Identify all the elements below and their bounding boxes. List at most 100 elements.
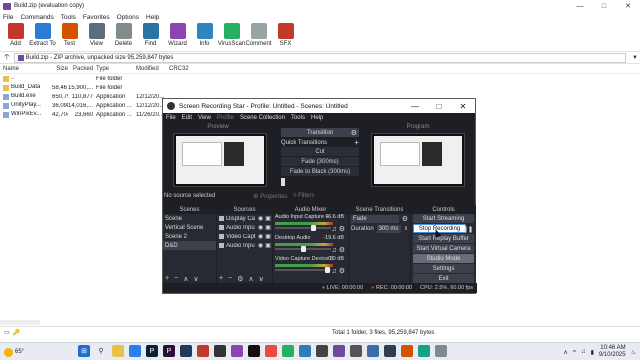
gear-icon[interactable]: ⚙: [339, 268, 345, 275]
obs-menu-view[interactable]: View: [198, 115, 211, 121]
pause-icon[interactable]: ❚❚: [463, 226, 473, 233]
source-item[interactable]: Display Ca ◉ ▣: [217, 214, 272, 223]
add-source-icon[interactable]: +: [219, 275, 223, 282]
menu-commands[interactable]: Commands: [20, 14, 53, 21]
volume-slider-handle[interactable]: [301, 246, 306, 252]
app-icon-7[interactable]: [299, 345, 311, 357]
app-icon-8[interactable]: [316, 345, 328, 357]
menu-file[interactable]: File: [3, 14, 13, 21]
duration-input[interactable]: 300 ms: [376, 225, 401, 233]
scene-item[interactable]: Scene 2: [163, 232, 216, 241]
lock-icon[interactable]: ▣: [265, 242, 271, 249]
visibility-eye-icon[interactable]: ◉: [258, 233, 263, 240]
scene-item[interactable]: Scene: [163, 214, 216, 223]
toolbar-info-button[interactable]: Info: [191, 22, 218, 47]
speaker-icon[interactable]: ♫: [332, 226, 339, 233]
app-icon-10[interactable]: [367, 345, 379, 357]
winrar-taskbar-icon[interactable]: [333, 345, 345, 357]
add-scene-icon[interactable]: +: [165, 275, 169, 282]
toolbar-test-button[interactable]: Test: [56, 22, 83, 47]
menu-options[interactable]: Options: [117, 14, 139, 21]
gear-icon[interactable]: ⚙: [339, 226, 345, 233]
filters-button[interactable]: ◊ Filters: [293, 193, 314, 200]
source-item[interactable]: Audio Inpu ◉ ▣: [217, 223, 272, 232]
gear-icon[interactable]: ⚙: [339, 247, 345, 254]
volume-slider[interactable]: [275, 227, 331, 229]
lock-icon[interactable]: ▣: [265, 233, 271, 240]
app-icon-2[interactable]: [197, 345, 209, 357]
stepper-icon[interactable]: ⇕: [404, 226, 408, 232]
app-icon-14[interactable]: [435, 345, 447, 357]
premiere-icon[interactable]: P: [163, 345, 175, 357]
maximize-icon[interactable]: □: [592, 0, 616, 12]
app-icon-3[interactable]: [214, 345, 226, 357]
photoshop-icon[interactable]: P: [146, 345, 158, 357]
speaker-icon[interactable]: ♫: [332, 247, 339, 254]
file-row[interactable]: .. File folder: [0, 74, 640, 83]
start-virtual-camera-button[interactable]: Start Virtual Camera: [413, 244, 474, 253]
wifi-icon[interactable]: ≈: [573, 349, 576, 355]
app-icon-1[interactable]: [180, 345, 192, 357]
notification-bell-icon[interactable]: ♨: [631, 349, 636, 356]
app-icon-9[interactable]: [350, 345, 362, 357]
battery-icon[interactable]: ▮: [591, 349, 594, 356]
col-modified[interactable]: Modified: [133, 66, 166, 72]
chevron-up-icon[interactable]: ∧: [563, 349, 567, 356]
speaker-icon[interactable]: ♫: [332, 268, 339, 275]
source-down-icon[interactable]: ∨: [259, 275, 264, 283]
obs-close-icon[interactable]: ✕: [451, 99, 475, 113]
speaker-icon[interactable]: ♫: [581, 349, 586, 355]
scene-item[interactable]: D&D: [163, 241, 216, 250]
col-type[interactable]: Type: [93, 66, 133, 72]
toolbar-find-button[interactable]: Find: [137, 22, 164, 47]
toolbar-add-button[interactable]: Add: [2, 22, 29, 47]
quick-transition-cut[interactable]: Cut: [281, 147, 359, 156]
toolbar-wizard-button[interactable]: Wizard: [164, 22, 191, 47]
weather-widget[interactable]: 65°: [4, 343, 24, 360]
toolbar-delete-button[interactable]: Delete: [110, 22, 137, 47]
col-size[interactable]: Size: [52, 66, 68, 72]
menu-favorites[interactable]: Favorites: [83, 14, 110, 21]
source-item[interactable]: Video Capt ◉ ▣: [217, 232, 272, 241]
preview-canvas[interactable]: [173, 133, 267, 187]
edge-icon[interactable]: [129, 345, 141, 357]
visibility-eye-icon[interactable]: ◉: [258, 215, 263, 222]
up-arrow-icon[interactable]: 🡡: [4, 51, 10, 65]
volume-slider[interactable]: [275, 269, 331, 271]
studio-mode-button[interactable]: Studio Mode: [413, 254, 474, 263]
app-icon-13[interactable]: [418, 345, 430, 357]
volume-slider-handle[interactable]: [325, 267, 330, 273]
add-icon[interactable]: +: [354, 138, 359, 147]
app-icon-5[interactable]: [265, 345, 277, 357]
clock[interactable]: 10:46 AM 9/10/2025: [599, 345, 626, 359]
lock-icon[interactable]: ▣: [265, 215, 271, 222]
obs-menu-scene-collection[interactable]: Scene Collection: [240, 115, 285, 121]
source-up-icon[interactable]: ∧: [248, 275, 253, 283]
toolbar-comment-button[interactable]: Comment: [245, 22, 272, 47]
transition-slider[interactable]: [281, 178, 285, 186]
start-icon[interactable]: ⊞: [78, 345, 90, 357]
app-icon-11[interactable]: [384, 345, 396, 357]
transition-button[interactable]: Transition ⚙: [281, 128, 359, 137]
minimize-icon[interactable]: —: [568, 0, 592, 12]
start-streaming-button[interactable]: Start Streaming: [413, 214, 474, 223]
lock-icon[interactable]: ▣: [265, 224, 271, 231]
obs-menu-profile[interactable]: Profile: [217, 115, 234, 121]
gear-icon[interactable]: ⚙: [402, 215, 408, 223]
visibility-eye-icon[interactable]: ◉: [258, 242, 263, 249]
file-explorer-icon[interactable]: [112, 345, 124, 357]
toolbar-extract-to-button[interactable]: Extract To: [29, 22, 56, 47]
app-icon-4[interactable]: [231, 345, 243, 357]
properties-button[interactable]: ⚙ Properties: [253, 193, 287, 200]
move-up-icon[interactable]: ∧: [183, 275, 188, 283]
horizontal-scrollbar[interactable]: [0, 320, 40, 325]
toolbar-view-button[interactable]: View: [83, 22, 110, 47]
app-icon-6[interactable]: [282, 345, 294, 357]
volume-slider-handle[interactable]: [311, 225, 316, 231]
toolbar-sfx-button[interactable]: SFX: [272, 22, 299, 47]
obs-menu-file[interactable]: File: [166, 115, 176, 121]
chevron-down-icon[interactable]: ▼: [630, 55, 640, 61]
obs-menu-edit[interactable]: Edit: [182, 115, 192, 121]
toolbar-virusscan-button[interactable]: VirusScan: [218, 22, 245, 47]
file-row[interactable]: Build_Data 58,467,...15,900,...File folde…: [0, 83, 640, 92]
